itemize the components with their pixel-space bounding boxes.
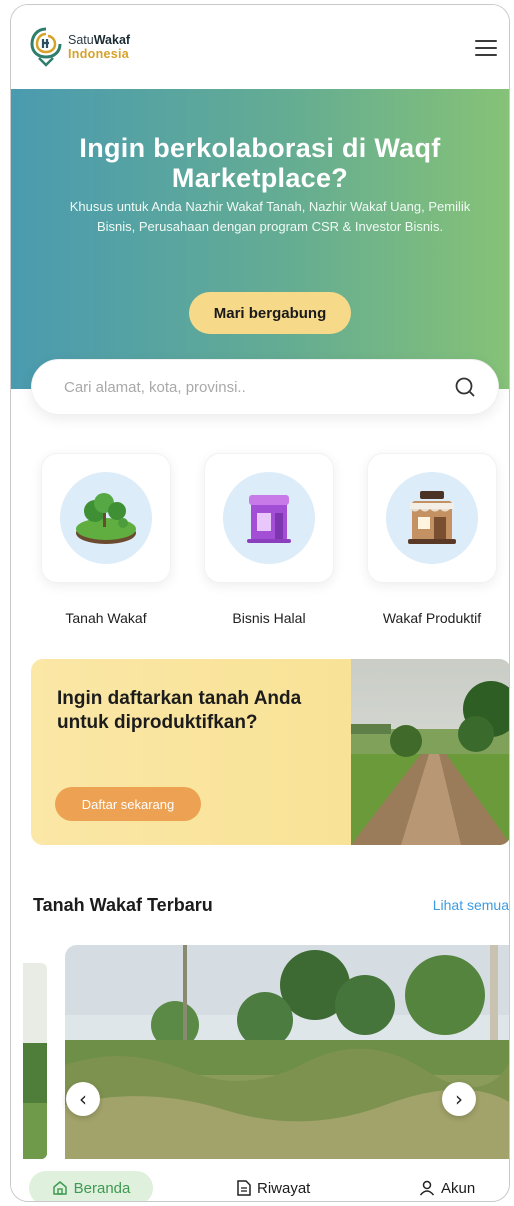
chevron-right-icon: › [455, 1087, 463, 1111]
category-card[interactable] [204, 453, 334, 583]
rural-road-image [351, 659, 509, 845]
category-tanah-wakaf[interactable]: Tanah Wakaf [41, 453, 171, 626]
category-label: Wakaf Produktif [382, 610, 482, 626]
register-now-button[interactable]: Daftar sekarang [55, 787, 201, 821]
land-photo-image [23, 963, 47, 1159]
logo-bold: Wakaf [93, 33, 131, 47]
category-card[interactable] [41, 453, 171, 583]
top-header: SatuWakaf Indonesia [11, 5, 509, 91]
nav-label: Akun [441, 1179, 476, 1197]
coffee-shop-icon [408, 491, 456, 544]
hero-subtitle: Khusus untuk Anda Nazhir Wakaf Tanah, Na… [69, 199, 471, 234]
user-icon [419, 1180, 435, 1196]
nav-akun[interactable]: Akun [419, 1171, 476, 1201]
logo[interactable]: SatuWakaf Indonesia [29, 27, 130, 67]
promo-title: Ingin daftarkan tanah Anda untuk diprodu… [57, 688, 302, 733]
nav-label: Beranda [73, 1179, 131, 1197]
search-icon[interactable] [454, 376, 476, 398]
category-bisnis-halal[interactable]: Bisnis Halal [204, 453, 334, 626]
home-icon [52, 1181, 67, 1195]
carousel-prev-card[interactable] [23, 963, 47, 1159]
logo-icon [30, 27, 62, 67]
nav-riwayat[interactable]: Riwayat [237, 1171, 311, 1201]
see-all-link[interactable]: Lihat semua [433, 897, 509, 913]
join-button[interactable]: Mari bergabung [189, 292, 351, 334]
search-input[interactable]: Cari alamat, kota, provinsi.. [64, 379, 246, 396]
hero-banner: Ingin berkolaborasi di Waqf Marketplace?… [11, 89, 509, 389]
app-frame: SatuWakaf Indonesia Ingin berkolaborasi … [10, 4, 510, 1202]
logo-prefix: Satu [68, 33, 94, 47]
chevron-left-icon: ‹ [79, 1087, 87, 1111]
logo-text: SatuWakaf Indonesia [68, 33, 130, 61]
category-label: Bisnis Halal [232, 610, 306, 626]
category-card[interactable] [367, 453, 497, 583]
land-photo-image [65, 945, 509, 1159]
section-title: Tanah Wakaf Terbaru [33, 895, 213, 915]
nav-label: Riwayat [257, 1179, 311, 1197]
bottom-navigation: Beranda Riwayat Akun [11, 1165, 509, 1201]
logo-subtitle: Indonesia [68, 47, 130, 61]
search-bar[interactable]: Cari alamat, kota, provinsi.. [31, 359, 499, 415]
nav-beranda[interactable]: Beranda [29, 1171, 153, 1201]
halal-shop-icon [247, 495, 291, 543]
carousel-main-card[interactable] [65, 945, 509, 1159]
category-wakaf-produktif[interactable]: Wakaf Produktif [367, 453, 497, 626]
hero-title: Ingin berkolaborasi di Waqf Marketplace? [79, 133, 441, 193]
land-trees-icon [76, 493, 136, 544]
register-land-banner[interactable]: Ingin daftarkan tanah Anda untuk diprodu… [31, 659, 509, 845]
hamburger-menu-icon[interactable] [475, 40, 497, 56]
carousel-prev-button[interactable]: ‹ [66, 1082, 100, 1116]
document-icon [237, 1180, 251, 1196]
category-label: Tanah Wakaf [65, 610, 147, 626]
carousel-next-button[interactable]: › [442, 1082, 476, 1116]
